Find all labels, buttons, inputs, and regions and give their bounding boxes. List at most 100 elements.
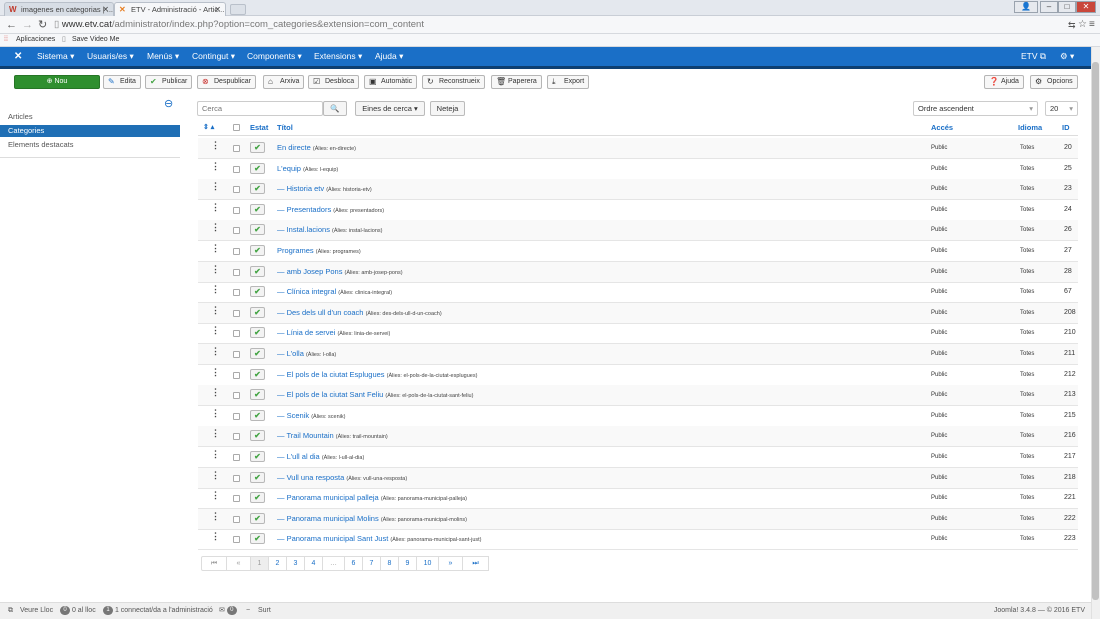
col-title[interactable]: Títol	[277, 120, 293, 136]
row-checkbox[interactable]	[233, 371, 240, 379]
category-title-link[interactable]: — Scenik	[277, 411, 309, 420]
select-all-checkbox[interactable]	[233, 124, 240, 131]
drag-handle-icon[interactable]: ⋮	[211, 244, 220, 253]
sort-ordering-icon[interactable]: ⇕ ▴	[203, 120, 214, 136]
menu-extensions[interactable]: Extensions ▾	[314, 47, 362, 66]
drag-handle-icon[interactable]: ⋮	[211, 470, 220, 479]
drag-handle-icon[interactable]: ⋮	[211, 264, 220, 273]
drag-handle-icon[interactable]: ⋮	[211, 182, 220, 191]
category-title-link[interactable]: — Panorama municipal Sant Just	[277, 534, 388, 543]
bookmark-apps[interactable]: Aplicaciones	[16, 34, 55, 46]
col-status[interactable]: Estat	[250, 120, 268, 136]
page-link[interactable]: 2	[269, 556, 287, 571]
close-window-button[interactable]: ✕	[1076, 1, 1096, 13]
category-title-link[interactable]: L'equip	[277, 164, 301, 173]
published-status-icon[interactable]: ✔	[250, 183, 265, 195]
published-status-icon[interactable]: ✔	[250, 451, 265, 462]
translate-icon[interactable]: ⇆	[1068, 18, 1076, 32]
published-status-icon[interactable]: ✔	[250, 306, 265, 318]
search-button[interactable]: 🔍	[323, 101, 347, 116]
menu-ajuda[interactable]: Ajuda ▾	[375, 47, 403, 66]
row-checkbox[interactable]	[233, 145, 240, 152]
page-link[interactable]: 7	[363, 556, 381, 571]
col-language[interactable]: Idioma	[1018, 120, 1042, 136]
row-checkbox[interactable]	[233, 351, 240, 358]
page-link[interactable]: «	[227, 556, 251, 571]
view-site-link[interactable]: Veure Lloc	[20, 603, 53, 619]
drag-handle-icon[interactable]: ⋮	[211, 347, 220, 356]
maximize-button[interactable]: □	[1058, 1, 1076, 13]
minimize-button[interactable]: –	[1040, 1, 1058, 13]
drag-handle-icon[interactable]: ⋮	[211, 161, 220, 170]
published-status-icon[interactable]: ✔	[250, 430, 265, 442]
new-tab-button[interactable]	[230, 4, 246, 15]
close-tab-icon[interactable]: ✕	[102, 3, 109, 16]
row-checkbox[interactable]	[233, 206, 240, 214]
drag-handle-icon[interactable]: ⋮	[211, 285, 220, 294]
menu-menus[interactable]: Menús ▾	[147, 47, 179, 66]
close-tab-icon[interactable]: ✕	[214, 3, 221, 16]
scrollbar-thumb[interactable]	[1092, 62, 1099, 600]
search-input[interactable]	[197, 101, 323, 116]
publish-button[interactable]: ✔ Publicar	[145, 75, 193, 89]
row-checkbox[interactable]	[233, 289, 240, 297]
category-title-link[interactable]: — Trail Mountain	[277, 431, 334, 440]
published-status-icon[interactable]: ✔	[250, 265, 265, 277]
drag-handle-icon[interactable]: ⋮	[211, 305, 220, 314]
menu-sistema[interactable]: Sistema ▾	[37, 47, 74, 66]
published-status-icon[interactable]: ✔	[250, 286, 265, 298]
published-status-icon[interactable]: ✔	[250, 512, 265, 524]
drag-handle-icon[interactable]: ⋮	[211, 202, 220, 211]
user-menu-gear-icon[interactable]: ⚙ ▾	[1060, 47, 1074, 66]
category-title-link[interactable]: — Vull una resposta	[277, 473, 344, 482]
row-checkbox[interactable]	[233, 433, 240, 441]
chrome-menu-icon[interactable]: ≡	[1089, 18, 1095, 32]
published-status-icon[interactable]: ✔	[250, 533, 265, 545]
rebuild-button[interactable]: ↻ Reconstrueix	[422, 75, 485, 89]
page-link[interactable]: 9	[399, 556, 417, 571]
row-checkbox[interactable]	[233, 165, 240, 173]
clear-button[interactable]: Neteja	[430, 101, 465, 116]
page-link[interactable]: …	[323, 556, 345, 571]
site-link[interactable]: ETV ⧉	[1021, 47, 1046, 66]
browser-tab-imagenes[interactable]: W imagenes en categorias | ... ✕	[4, 2, 114, 16]
url-input[interactable]: ▯ www.etv.cat/administrator/index.php?op…	[54, 18, 1064, 32]
row-checkbox[interactable]	[233, 330, 240, 338]
sidebar-item-articles[interactable]: Articles	[0, 111, 180, 123]
user-icon[interactable]: 👤	[1014, 1, 1038, 13]
drag-handle-icon[interactable]: ⋮	[211, 223, 220, 232]
page-link[interactable]: ⏮	[201, 556, 227, 571]
checkin-button[interactable]: ☑ Desbloca	[308, 75, 360, 89]
category-title-link[interactable]: — L'olla	[277, 349, 304, 358]
page-link[interactable]: »	[439, 556, 463, 571]
category-title-link[interactable]: — Panorama municipal Molins	[277, 514, 379, 523]
published-status-icon[interactable]: ✔	[250, 492, 265, 504]
row-checkbox[interactable]	[233, 268, 240, 276]
published-status-icon[interactable]: ✔	[250, 409, 265, 421]
drag-handle-icon[interactable]: ⋮	[211, 141, 220, 150]
category-title-link[interactable]: — Des dels ull d'un coach	[277, 308, 363, 317]
category-title-link[interactable]: Programes	[277, 246, 314, 255]
drag-handle-icon[interactable]: ⋮	[211, 326, 220, 335]
published-status-icon[interactable]: ✔	[250, 162, 265, 174]
row-checkbox[interactable]	[233, 309, 240, 317]
published-status-icon[interactable]: ✔	[250, 203, 265, 215]
drag-handle-icon[interactable]: ⋮	[211, 388, 220, 397]
page-link[interactable]: 6	[345, 556, 363, 571]
row-checkbox[interactable]	[233, 454, 240, 461]
drag-handle-icon[interactable]: ⋮	[211, 450, 220, 459]
published-status-icon[interactable]: ✔	[250, 224, 265, 236]
limit-select[interactable]: 20 ▾	[1045, 101, 1078, 116]
archive-button[interactable]: ⌂ Arxiva	[263, 75, 305, 89]
drag-handle-icon[interactable]: ⋮	[211, 532, 220, 541]
search-tools-button[interactable]: Eines de cerca ▾	[355, 101, 425, 116]
row-checkbox[interactable]	[233, 515, 240, 523]
bookmark-star-icon[interactable]: ☆	[1078, 18, 1087, 32]
row-checkbox[interactable]	[233, 495, 240, 503]
sidebar-toggle-icon[interactable]: ⊖	[164, 97, 173, 110]
category-title-link[interactable]: — Historia etv	[277, 184, 324, 193]
published-status-icon[interactable]: ✔	[250, 389, 265, 401]
row-checkbox[interactable]	[233, 248, 240, 255]
category-title-link[interactable]: — Panorama municipal palleja	[277, 493, 379, 502]
sidebar-item-featured[interactable]: Elements destacats	[0, 139, 180, 151]
